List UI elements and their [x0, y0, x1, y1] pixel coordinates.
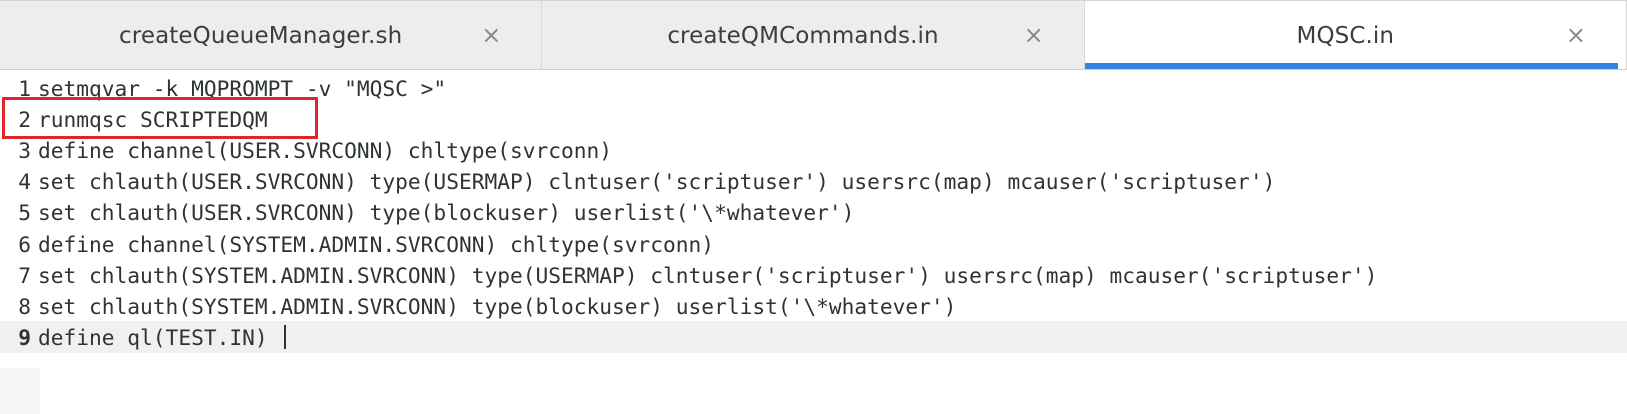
line-number: 6 [18, 231, 31, 257]
tab-createqueuemanager-sh[interactable]: createQueueManager.sh × [0, 1, 543, 71]
code-line[interactable]: 7 set chlauth(SYSTEM.ADMIN.SVRCONN) type(… [0, 259, 1627, 291]
tab-createqmcommands-in[interactable]: createQMCommands.in × [542, 1, 1085, 71]
text-caret [284, 325, 287, 349]
close-icon[interactable]: × [477, 21, 505, 49]
line-number: 3 [18, 137, 31, 163]
gutter-filler [0, 368, 40, 414]
code-editor[interactable]: 1 setmqvar -k MQPROMPT -v "MQSC >" 2 runmq… [0, 70, 1627, 414]
tab-label: createQMCommands.in [667, 23, 939, 49]
line-text: set chlauth(SYSTEM.ADMIN.SVRCONN) type(b… [38, 293, 957, 319]
line-number: 7 [18, 262, 31, 288]
line-number: 9 [18, 324, 31, 350]
close-icon[interactable]: × [1020, 21, 1048, 49]
line-number: 5 [18, 199, 31, 225]
tab-mqsc-in[interactable]: MQSC.in × [1084, 1, 1627, 71]
annotation-highlight-box [2, 97, 318, 139]
code-line[interactable]: 5 set chlauth(USER.SVRCONN) type(blockuse… [0, 196, 1627, 228]
code-line[interactable]: 8 set chlauth(SYSTEM.ADMIN.SVRCONN) type(… [0, 290, 1627, 322]
line-text: set chlauth(SYSTEM.ADMIN.SVRCONN) type(U… [38, 262, 1378, 288]
line-text: define ql(TEST.IN) [38, 324, 281, 350]
line-text: set chlauth(USER.SVRCONN) type(USERMAP) … [38, 168, 1276, 194]
line-text: set chlauth(USER.SVRCONN) type(blockuser… [38, 199, 855, 225]
tab-label: MQSC.in [1296, 23, 1395, 49]
tab-bar: createQueueManager.sh × createQMCommands… [0, 0, 1627, 71]
close-icon[interactable]: × [1562, 21, 1590, 49]
line-text: define channel(SYSTEM.ADMIN.SVRCONN) chl… [38, 231, 715, 257]
tab-label: createQueueManager.sh [119, 23, 403, 49]
current-code-line[interactable]: 9 define ql(TEST.IN) [0, 321, 1627, 353]
text-editor-window: createQueueManager.sh × createQMCommands… [0, 0, 1627, 414]
code-line[interactable]: 6 define channel(SYSTEM.ADMIN.SVRCONN) ch… [0, 228, 1627, 260]
line-number: 4 [18, 168, 31, 194]
line-number: 8 [18, 293, 31, 319]
code-line[interactable]: 4 set chlauth(USER.SVRCONN) type(USERMAP)… [0, 165, 1627, 197]
line-text: define channel(USER.SVRCONN) chltype(svr… [38, 137, 613, 163]
